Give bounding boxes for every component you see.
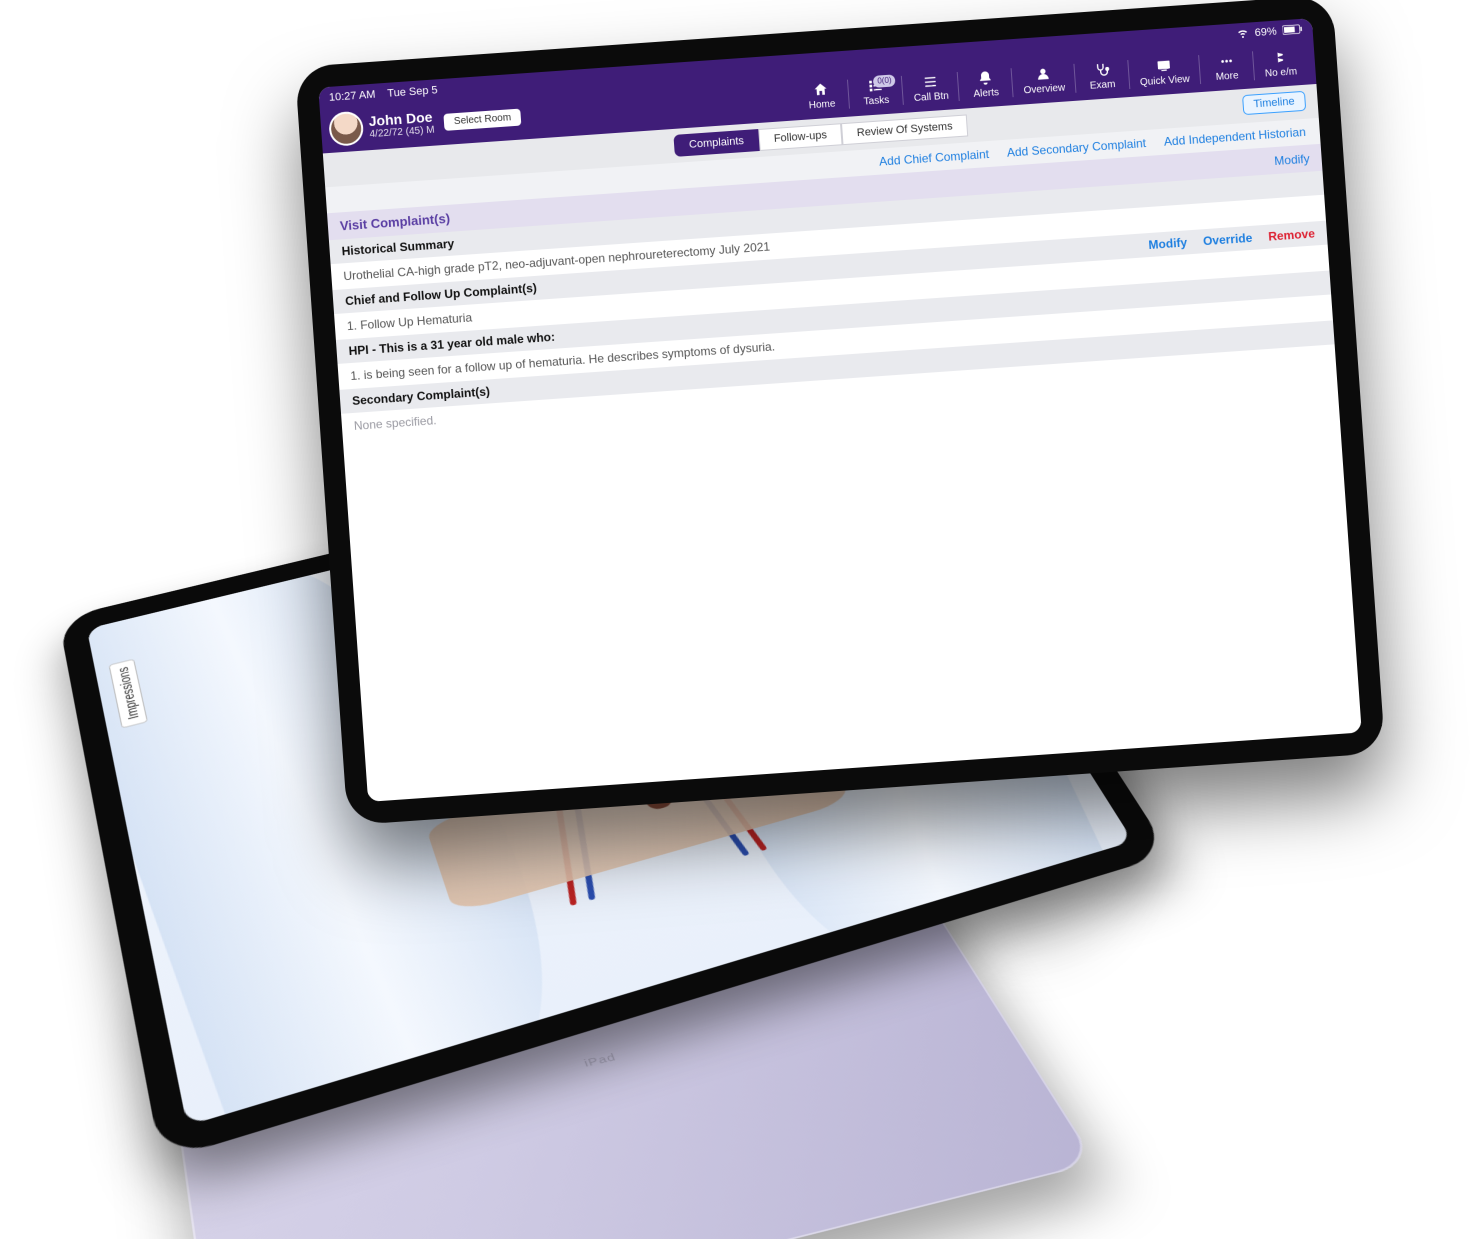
select-room-button[interactable]: Select Room <box>443 108 521 130</box>
more-icon <box>1218 52 1235 69</box>
person-icon <box>1035 65 1052 82</box>
toolbar-label: No e/m <box>1265 66 1298 79</box>
toolbar-call[interactable]: Call Btn <box>901 72 959 105</box>
toolbar-tasks[interactable]: 0(0) Tasks <box>847 75 903 108</box>
patient-avatar[interactable] <box>328 111 364 147</box>
toolbar-label: Exam <box>1089 79 1115 92</box>
toolbar-label: Overview <box>1023 82 1065 96</box>
toolbar-label: Quick View <box>1140 73 1190 87</box>
add-independent-historian-link[interactable]: Add Independent Historian <box>1163 125 1306 149</box>
content-area-blank <box>343 370 1362 802</box>
battery-icon <box>1282 23 1303 37</box>
toolbar-label: Alerts <box>973 87 999 100</box>
bell-icon <box>977 69 994 86</box>
tab-complaints[interactable]: Complaints <box>673 129 759 157</box>
toolbar-exam[interactable]: Exam <box>1074 60 1130 93</box>
toolbar-noem[interactable]: No e/m <box>1252 47 1308 80</box>
modify-link[interactable]: Modify <box>1148 235 1188 252</box>
add-secondary-complaint-link[interactable]: Add Secondary Complaint <box>1006 136 1146 160</box>
toolbar-overview[interactable]: Overview <box>1011 63 1076 96</box>
caduceus-icon <box>1271 48 1288 65</box>
toolbar-label: Home <box>808 98 835 111</box>
wifi-icon <box>1236 26 1249 42</box>
tasks-badge: 0(0) <box>873 74 896 88</box>
battery-pct: 69% <box>1254 26 1277 40</box>
home-icon <box>812 81 829 98</box>
list-icon <box>922 73 939 90</box>
toolbar-label: Tasks <box>863 94 889 107</box>
device-brand-label: iPad <box>582 1051 617 1068</box>
toolbar-more[interactable]: More <box>1198 51 1254 84</box>
section-title-text: Visit Complaint(s) <box>339 211 450 234</box>
quickview-icon <box>1155 57 1172 74</box>
toolbar-label: Call Btn <box>913 90 949 103</box>
remove-link[interactable]: Remove <box>1268 226 1316 243</box>
tab-followups[interactable]: Follow-ups <box>758 123 843 151</box>
override-link[interactable]: Override <box>1203 231 1253 248</box>
timeline-button[interactable]: Timeline <box>1242 91 1306 115</box>
toolbar-label: More <box>1215 70 1239 83</box>
status-date: Tue Sep 5 <box>387 84 438 99</box>
ipad-emr: 10:27 AM Tue Sep 5 69% <box>295 0 1385 825</box>
tab-ros[interactable]: Review Of Systems <box>841 114 968 145</box>
modify-link[interactable]: Modify <box>1274 151 1310 167</box>
toolbar-alerts[interactable]: Alerts <box>957 68 1013 101</box>
stethoscope-icon <box>1093 61 1110 78</box>
add-chief-complaint-link[interactable]: Add Chief Complaint <box>879 147 990 169</box>
toolbar-quickview[interactable]: Quick View <box>1127 55 1200 89</box>
toolbar-home[interactable]: Home <box>794 79 850 112</box>
status-time: 10:27 AM <box>329 89 376 104</box>
